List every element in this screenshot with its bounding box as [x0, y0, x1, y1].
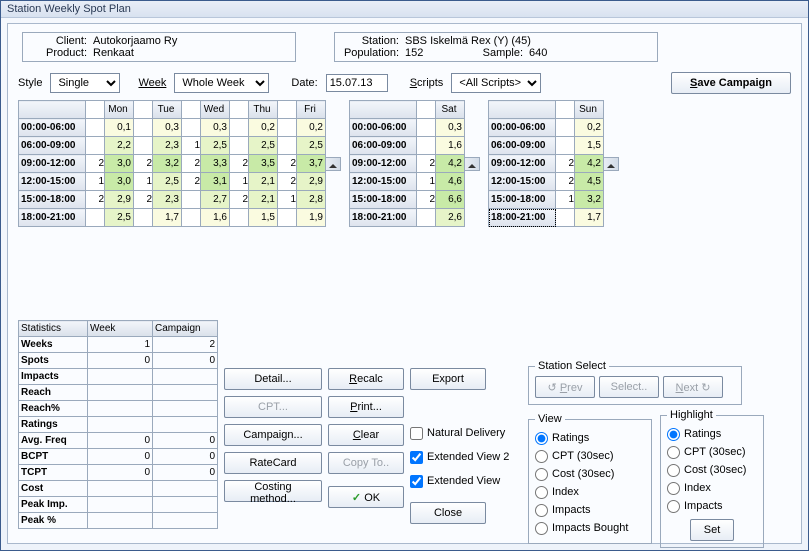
style-select[interactable]: Single [50, 73, 120, 93]
hl-index[interactable]: Index [667, 479, 757, 497]
date-input[interactable] [326, 74, 388, 92]
set-button[interactable]: Set [690, 519, 734, 541]
print-button[interactable]: Print... [328, 396, 404, 418]
costing-button[interactable]: Costing method... [224, 480, 322, 502]
recalc-button[interactable]: Recalc [328, 368, 404, 390]
hl-cost[interactable]: Cost (30sec) [667, 461, 757, 479]
copyto-button[interactable]: Copy To.. [328, 452, 404, 474]
station-panel: Station:SBS Iskelmä Rex (Y) (45) Populat… [334, 32, 658, 62]
cpt-button[interactable]: CPT... [224, 396, 322, 418]
view-group: View Ratings CPT (30sec) Cost (30sec) In… [528, 413, 652, 544]
view-impacts-bought[interactable]: Impacts Bought [535, 519, 645, 537]
sun-grid[interactable]: Sun 00:00-06:000,2 06:00-09:001,5 09:00-… [488, 100, 604, 227]
detail-button[interactable]: Detail... [224, 368, 322, 390]
hl-cpt[interactable]: CPT (30sec) [667, 443, 757, 461]
scrollbar[interactable] [465, 157, 480, 171]
clear-button[interactable]: Clear [328, 424, 404, 446]
view-impacts[interactable]: Impacts [535, 501, 645, 519]
natural-delivery-check[interactable]: Natural Delivery [410, 424, 520, 442]
window-title: Station Weekly Spot Plan [1, 1, 808, 18]
extended-view-check[interactable]: Extended View [410, 472, 520, 490]
station-select-group: Station Select ↺ Prev Select.. Next ↻ [528, 360, 742, 405]
statistics-table: StatisticsWeekCampaign Weeks12 Spots00 I… [18, 320, 218, 529]
scrollbar[interactable] [326, 157, 341, 171]
highlight-group: Highlight Ratings CPT (30sec) Cost (30se… [660, 409, 764, 548]
campaign-button[interactable]: Campaign... [224, 424, 322, 446]
weekday-grid[interactable]: Mon Tue Wed Thu Fri 00:00-06:000,10,30,3… [18, 100, 326, 227]
hl-impacts[interactable]: Impacts [667, 497, 757, 515]
close-button[interactable]: Close [410, 502, 486, 524]
ratecard-button[interactable]: RateCard [224, 452, 322, 474]
export-button[interactable]: Export [410, 368, 486, 390]
view-ratings[interactable]: Ratings [535, 429, 645, 447]
hl-ratings[interactable]: Ratings [667, 425, 757, 443]
save-campaign-button[interactable]: Save Campaign [671, 72, 791, 94]
next-station-button[interactable]: Next ↻ [663, 376, 723, 398]
scripts-select[interactable]: <All Scripts> [451, 73, 541, 93]
client-panel: Client:Autokorjaamo Ry Product:Renkaat [22, 32, 296, 62]
scrollbar[interactable] [604, 157, 619, 171]
view-index[interactable]: Index [535, 483, 645, 501]
ok-button[interactable]: ✓ OK [328, 486, 404, 508]
extended-view2-check[interactable]: Extended View 2 [410, 448, 520, 466]
sat-grid[interactable]: Sat 00:00-06:000,3 06:00-09:001,6 09:00-… [349, 100, 465, 227]
view-cpt[interactable]: CPT (30sec) [535, 447, 645, 465]
select-station-button[interactable]: Select.. [599, 376, 659, 398]
view-cost[interactable]: Cost (30sec) [535, 465, 645, 483]
week-select[interactable]: Whole Week [174, 73, 269, 93]
prev-station-button[interactable]: ↺ Prev [535, 376, 595, 398]
